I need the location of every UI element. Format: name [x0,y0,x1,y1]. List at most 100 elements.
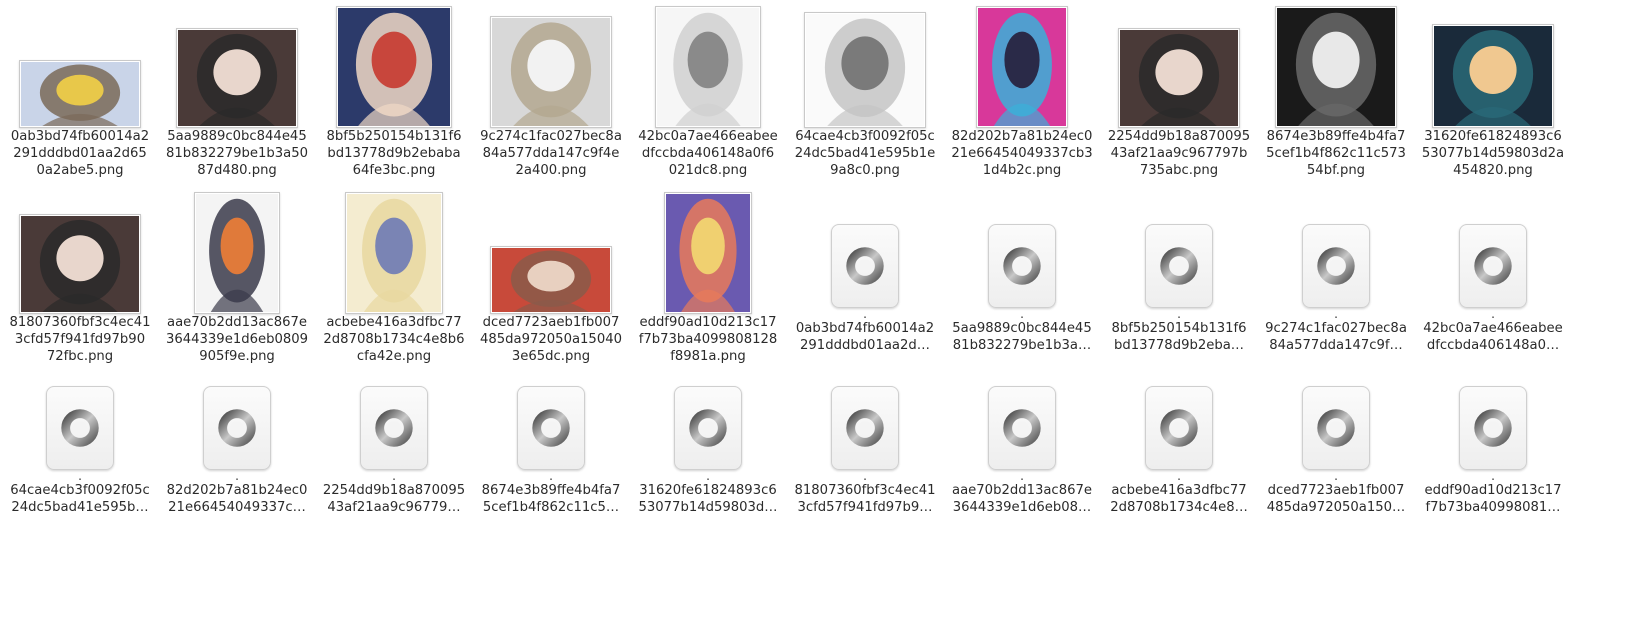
file-name: dced7723aeb1fb007 485da972050a150… [1266,483,1406,515]
file-item-json[interactable]: . acbebe416a3dfbc77 2d8708b1734c4e8… [1103,372,1255,557]
file-name: 0ab3bd74fb60014a2 291dddbd01aa2d… [795,321,935,353]
file-item-image[interactable]: acbebe416a3dfbc77 2d8708b1734c4e8b6 cfa42e… [318,186,470,371]
image-thumbnail [490,246,612,314]
file-name: 31620fe61824893c6 53077b14d59803d2a 454820… [1421,129,1565,178]
file-item-image[interactable]: 0ab3bd74fb60014a2 291dddbd01aa2d65 0a2abe5… [4,0,156,185]
json-swirl-icon [846,247,884,285]
file-item-image[interactable]: 82d202b7a81b24ec0 21e66454049337cb3 1d4b2c… [946,0,1098,185]
anime-girl-lineart-thumbnail [657,8,759,126]
file-name: acbebe416a3dfbc77 2d8708b1734c4e8… [1110,483,1248,515]
image-thumbnail [1118,28,1240,128]
file-name: acbebe416a3dfbc77 2d8708b1734c4e8b6 cfa42e… [323,315,465,364]
json-swirl-icon [375,409,413,447]
file-item-json[interactable]: . 42bc0a7ae466eabee dfccbda406148a0… [1417,210,1569,395]
file-name-dot: . [235,469,239,483]
anime-girl-masked-2-thumbnail [21,216,139,312]
file-item-image[interactable]: 42bc0a7ae466eabee dfccbda406148a0f6 021dc8… [632,0,784,185]
json-file-icon [831,386,899,470]
file-name: 9c274c1fac027bec8a 84a577dda147c9f… [1265,321,1407,353]
file-name-dot: . [392,469,396,483]
json-file-icon [988,224,1056,308]
file-item-image[interactable]: eddf90ad10d213c17 f7b73ba4099808128 f8981a… [632,186,784,371]
file-item-image[interactable]: 8bf5b250154b131f6 bd13778d9b2ebaba 64fe3bc… [318,0,470,185]
file-item-json[interactable]: . 0ab3bd74fb60014a2 291dddbd01aa2d… [789,210,941,395]
file-item-image[interactable]: aae70b2dd13ac867e 3644339e1d6eb0809 905f9e… [161,186,313,371]
file-item-image[interactable]: 31620fe61824893c6 53077b14d59803d2a 454820… [1417,0,1569,185]
anime-figure-sketch-thumbnail [492,18,610,126]
json-file-icon [203,386,271,470]
file-name: 2254dd9b18a870095 43af21aa9c96779… [322,483,466,515]
file-name-dot: . [1334,307,1338,321]
file-name: 42bc0a7ae466eabee dfccbda406148a0… [1423,321,1563,353]
json-file-icon [1459,386,1527,470]
file-item-json[interactable]: . 8bf5b250154b131f6 bd13778d9b2eba… [1103,210,1255,395]
file-item-json[interactable]: . eddf90ad10d213c17 f7b73ba40998081… [1417,372,1569,557]
json-file-icon [1145,386,1213,470]
file-item-json[interactable]: . dced7723aeb1fb007 485da972050a150… [1260,372,1412,557]
image-thumbnail [490,16,612,128]
anime-idol-stage-thumbnail [666,194,750,312]
file-name-dot: . [863,307,867,321]
json-swirl-icon [218,409,256,447]
image-thumbnail [19,60,141,128]
json-file-icon [1459,224,1527,308]
file-item-image[interactable]: 2254dd9b18a870095 43af21aa9c967797b 735abc… [1103,0,1255,185]
json-file-icon [1302,224,1370,308]
image-thumbnail [1432,24,1554,128]
file-name-dot: . [1020,307,1024,321]
file-name-dot: . [1177,307,1181,321]
file-name: 8674e3b89ffe4b4fa7 5cef1b4f862c11c573 54bf… [1266,129,1406,178]
file-name: 8bf5b250154b131f6 bd13778d9b2ebaba 64fe3bc… [326,129,462,178]
image-thumbnail [976,6,1068,128]
anime-girl-night-thumbnail [1434,26,1552,126]
file-item-image[interactable]: 81807360fbf3c4ec41 3cfd57f941fd97b90 72fbc… [4,186,156,371]
json-file-icon [831,224,899,308]
file-name: 2254dd9b18a870095 43af21aa9c967797b 735abc… [1107,129,1251,178]
json-swirl-icon [1317,409,1355,447]
file-grid: 0ab3bd74fb60014a2 291dddbd01aa2d65 0a2abe5… [0,0,1647,624]
file-item-image[interactable]: 8674e3b89ffe4b4fa7 5cef1b4f862c11c573 54bf… [1260,0,1412,185]
file-name: 64cae4cb3f0092f05c 24dc5bad41e595b1e 9a8c0… [794,129,936,178]
file-item-image[interactable]: 5aa9889c0bc844e45 81b832279be1b3a50 87d480… [161,0,313,185]
json-file-icon [360,386,428,470]
image-thumbnail [19,214,141,314]
image-thumbnail [336,6,452,128]
file-name: 64cae4cb3f0092f05c 24dc5bad41e595b… [10,483,150,515]
image-thumbnail [345,192,443,314]
file-item-json[interactable]: . 9c274c1fac027bec8a 84a577dda147c9f… [1260,210,1412,395]
json-file-icon [988,386,1056,470]
file-item-json[interactable]: . 82d202b7a81b24ec0 21e66454049337c… [161,372,313,557]
file-item-image[interactable]: 64cae4cb3f0092f05c 24dc5bad41e595b1e 9a8c0… [789,0,941,185]
json-swirl-icon [532,409,570,447]
anime-girl-masked-thumbnail [178,30,296,126]
file-item-image[interactable]: 9c274c1fac027bec8a 84a577dda147c9f4e 2a400… [475,0,627,185]
file-name: 81807360fbf3c4ec41 3cfd57f941fd97b90 72fbc… [9,315,151,364]
file-name-dot: . [1334,469,1338,483]
file-name-dot: . [863,469,867,483]
json-swirl-icon [1474,409,1512,447]
json-swirl-icon [1474,247,1512,285]
file-item-json[interactable]: . aae70b2dd13ac867e 3644339e1d6eb08… [946,372,1098,557]
file-name: aae70b2dd13ac867e 3644339e1d6eb0809 905f9e… [165,315,309,364]
json-file-icon [1302,386,1370,470]
file-name: dced7723aeb1fb007 485da972050a15040 3e65dc… [480,315,622,364]
image-thumbnail [804,12,926,128]
file-item-json[interactable]: . 81807360fbf3c4ec41 3cfd57f941fd97b9… [789,372,941,557]
file-item-image[interactable]: dced7723aeb1fb007 485da972050a15040 3e65dc… [475,186,627,371]
file-name: 31620fe61824893c6 53077b14d59803d… [638,483,778,515]
json-swirl-icon [1003,247,1041,285]
file-item-json[interactable]: . 31620fe61824893c6 53077b14d59803d… [632,372,784,557]
file-item-json[interactable]: . 2254dd9b18a870095 43af21aa9c96779… [318,372,470,557]
json-swirl-icon [846,409,884,447]
anime-red-scene-thumbnail [492,248,610,312]
file-name: 8bf5b250154b131f6 bd13778d9b2eba… [1111,321,1247,353]
json-file-icon [1145,224,1213,308]
file-name: 9c274c1fac027bec8a 84a577dda147c9f4e 2a400… [480,129,622,178]
image-thumbnail [664,192,752,314]
file-name: 82d202b7a81b24ec0 21e66454049337cb3 1d4b2c… [951,129,1093,178]
file-name: 8674e3b89ffe4b4fa7 5cef1b4f862c11c5… [481,483,621,515]
file-item-json[interactable]: . 64cae4cb3f0092f05c 24dc5bad41e595b… [4,372,156,557]
file-item-json[interactable]: . 8674e3b89ffe4b4fa7 5cef1b4f862c11c5… [475,372,627,557]
file-name-dot: . [706,469,710,483]
file-item-json[interactable]: . 5aa9889c0bc844e45 81b832279be1b3a… [946,210,1098,395]
